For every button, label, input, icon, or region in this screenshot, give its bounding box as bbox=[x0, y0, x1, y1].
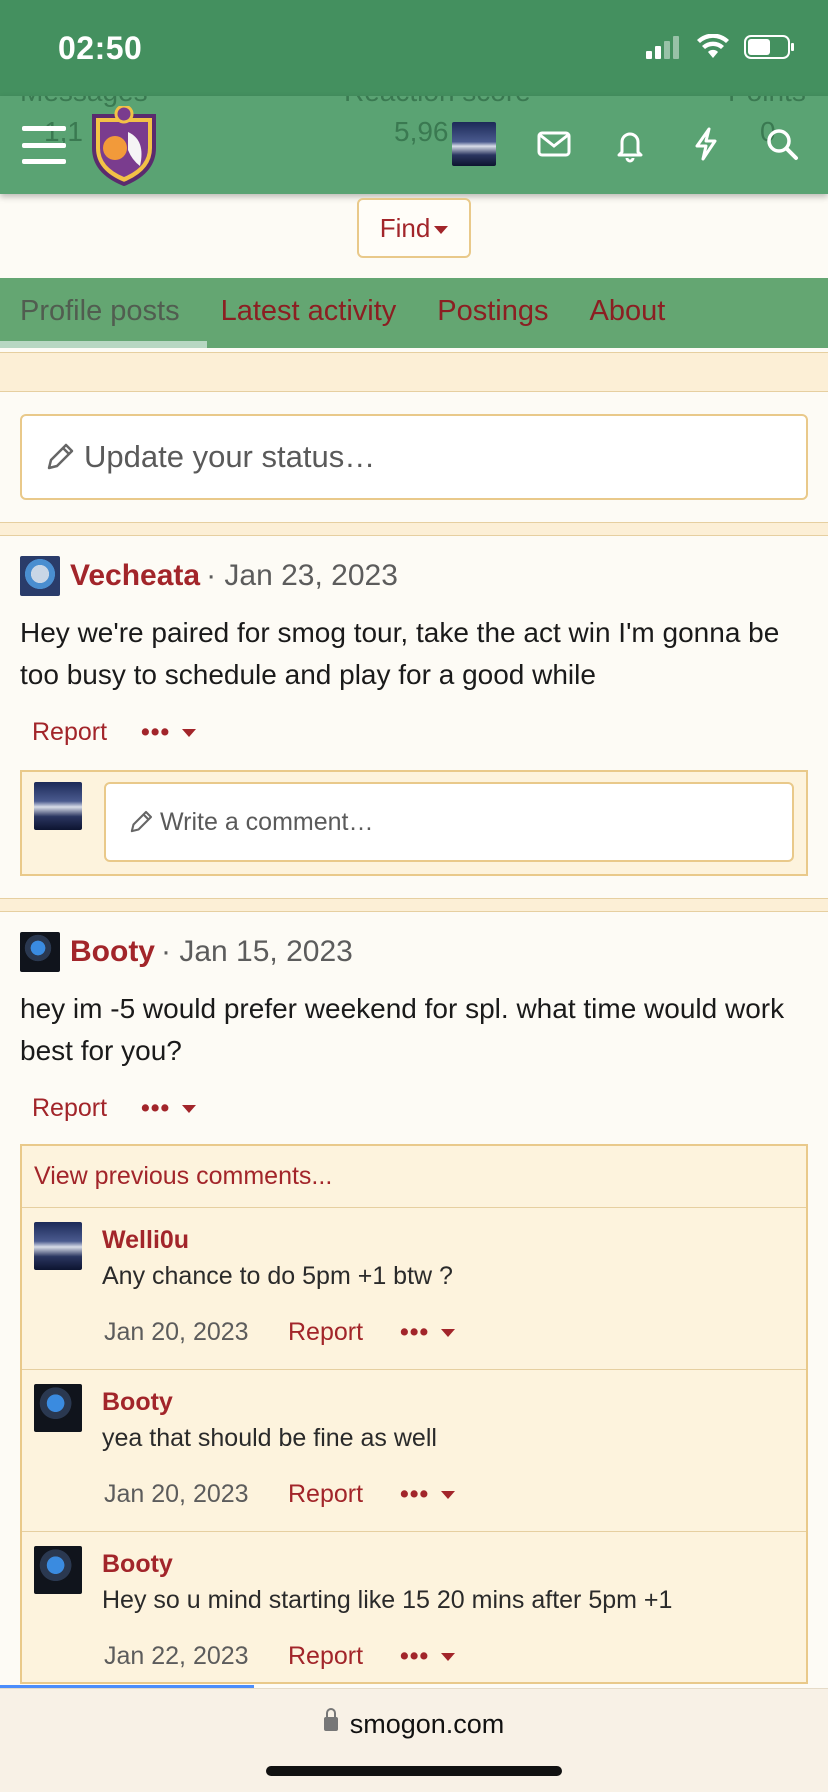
more-options-button[interactable]: ••• bbox=[141, 718, 197, 747]
find-row: Find bbox=[0, 198, 828, 258]
avatar[interactable] bbox=[34, 782, 82, 830]
chevron-down-icon bbox=[434, 226, 449, 235]
comment-date[interactable]: Jan 22, 2023 bbox=[104, 1642, 288, 1671]
post-header: Booty · Jan 15, 2023 bbox=[20, 932, 353, 972]
wifi-icon bbox=[697, 34, 729, 58]
avatar[interactable] bbox=[34, 1546, 82, 1594]
post-actions: Report ••• bbox=[32, 718, 197, 747]
status-time: 02:50 bbox=[58, 30, 143, 66]
comment-meta: Jan 20, 2023 Report ••• bbox=[104, 1318, 456, 1347]
pencil-icon bbox=[47, 443, 74, 470]
comment-text: Hey so u mind starting like 15 20 mins a… bbox=[102, 1586, 673, 1614]
find-button[interactable]: Find bbox=[357, 198, 471, 258]
view-previous-comments-link[interactable]: View previous comments... bbox=[22, 1146, 806, 1208]
tab-about[interactable]: About bbox=[590, 278, 666, 348]
tab-postings[interactable]: Postings bbox=[437, 278, 548, 348]
more-options-button[interactable]: ••• bbox=[400, 1642, 456, 1671]
url-domain: smogon.com bbox=[349, 1709, 505, 1739]
profile-post: Booty · Jan 15, 2023 hey im -5 would pre… bbox=[0, 912, 828, 1142]
report-link[interactable]: Report bbox=[32, 718, 107, 747]
chevron-down-icon bbox=[441, 1653, 456, 1662]
ghost-reaction-value: 5,96 bbox=[394, 116, 449, 147]
post-actions: Report ••• bbox=[32, 1094, 197, 1123]
tab-latest-activity[interactable]: Latest activity bbox=[221, 278, 397, 348]
signal-icon bbox=[646, 36, 679, 59]
bolt-icon[interactable] bbox=[686, 124, 726, 164]
more-options-button[interactable]: ••• bbox=[400, 1480, 456, 1509]
more-dots: ••• bbox=[400, 1642, 430, 1670]
find-label: Find bbox=[379, 213, 431, 243]
status-icons bbox=[646, 34, 796, 60]
status-update-block: Update your status… bbox=[0, 392, 828, 522]
user-avatar[interactable] bbox=[452, 122, 496, 166]
comment: Welli0u Any chance to do 5pm +1 btw ? Ja… bbox=[22, 1208, 806, 1370]
chevron-down-icon bbox=[441, 1329, 456, 1338]
comment: Booty Hey so u mind starting like 15 20 … bbox=[22, 1532, 806, 1682]
post-date[interactable]: · Jan 15, 2023 bbox=[161, 935, 353, 969]
comment-author[interactable]: Booty bbox=[102, 1388, 173, 1417]
report-link[interactable]: Report bbox=[288, 1318, 400, 1347]
status-input[interactable]: Update your status… bbox=[20, 414, 808, 500]
post-divider bbox=[0, 522, 828, 536]
url-display[interactable]: smogon.com bbox=[0, 1707, 828, 1740]
comment-placeholder: Write a comment… bbox=[160, 807, 374, 836]
tab-profile-posts[interactable]: Profile posts bbox=[20, 278, 180, 348]
post-divider bbox=[0, 898, 828, 912]
profile-post: Vecheata · Jan 23, 2023 Hey we're paired… bbox=[0, 536, 828, 898]
more-options-button[interactable]: ••• bbox=[141, 1094, 197, 1123]
comment-author[interactable]: Welli0u bbox=[102, 1226, 189, 1255]
chevron-down-icon bbox=[182, 1105, 197, 1114]
comment-date[interactable]: Jan 20, 2023 bbox=[104, 1318, 288, 1347]
avatar[interactable] bbox=[34, 1384, 82, 1432]
mail-icon[interactable] bbox=[534, 124, 574, 164]
bell-icon[interactable] bbox=[610, 124, 650, 164]
post-body: hey im -5 would prefer weekend for spl. … bbox=[20, 993, 785, 1066]
browser-url-bar[interactable]: smogon.com bbox=[0, 1688, 828, 1792]
status-placeholder: Update your status… bbox=[84, 439, 376, 474]
more-dots: ••• bbox=[141, 718, 171, 746]
more-dots: ••• bbox=[400, 1318, 430, 1346]
comment-date[interactable]: Jan 20, 2023 bbox=[104, 1480, 288, 1509]
avatar[interactable] bbox=[34, 1222, 82, 1270]
report-link[interactable]: Report bbox=[32, 1094, 107, 1123]
ghost-points-label: Points bbox=[728, 96, 806, 108]
comment-meta: Jan 20, 2023 Report ••• bbox=[104, 1480, 456, 1509]
section-divider bbox=[0, 352, 828, 392]
comment-author[interactable]: Booty bbox=[102, 1550, 173, 1579]
ghost-reaction-label: Reaction score bbox=[344, 96, 531, 108]
top-navbar: Messages 1,1 Reaction score 5,96 Points … bbox=[0, 96, 828, 194]
battery-icon bbox=[744, 35, 794, 59]
more-options-button[interactable]: ••• bbox=[400, 1318, 456, 1347]
report-link[interactable]: Report bbox=[288, 1480, 400, 1509]
post-author[interactable]: Vecheata bbox=[70, 559, 200, 593]
chevron-down-icon bbox=[182, 729, 197, 738]
more-dots: ••• bbox=[141, 1094, 171, 1122]
active-tab-indicator bbox=[0, 341, 207, 348]
post-author[interactable]: Booty bbox=[70, 935, 155, 969]
status-bar: 02:50 bbox=[0, 0, 828, 96]
site-logo[interactable] bbox=[88, 106, 160, 186]
comment-list: View previous comments... Welli0u Any ch… bbox=[20, 1144, 808, 1684]
lock-icon bbox=[323, 1707, 338, 1731]
comment-text: yea that should be fine as well bbox=[102, 1424, 437, 1452]
avatar[interactable] bbox=[20, 556, 60, 596]
comment: Booty yea that should be fine as well Ja… bbox=[22, 1370, 806, 1532]
post-date[interactable]: · Jan 23, 2023 bbox=[206, 559, 398, 593]
comment-meta: Jan 22, 2023 Report ••• bbox=[104, 1642, 456, 1671]
comment-composer: Write a comment… bbox=[20, 770, 808, 876]
chevron-down-icon bbox=[441, 1491, 456, 1500]
profile-tabs: Profile posts Latest activity Postings A… bbox=[0, 278, 828, 348]
more-dots: ••• bbox=[400, 1480, 430, 1508]
menu-icon[interactable] bbox=[22, 126, 66, 164]
comment-text: Any chance to do 5pm +1 btw ? bbox=[102, 1262, 453, 1290]
avatar[interactable] bbox=[20, 932, 60, 972]
post-header: Vecheata · Jan 23, 2023 bbox=[20, 556, 398, 596]
post-body: Hey we're paired for smog tour, take the… bbox=[20, 617, 780, 690]
search-icon[interactable] bbox=[762, 124, 802, 164]
report-link[interactable]: Report bbox=[288, 1642, 400, 1671]
home-indicator[interactable] bbox=[266, 1766, 562, 1776]
comment-input[interactable]: Write a comment… bbox=[104, 782, 794, 862]
pencil-icon bbox=[130, 810, 153, 833]
